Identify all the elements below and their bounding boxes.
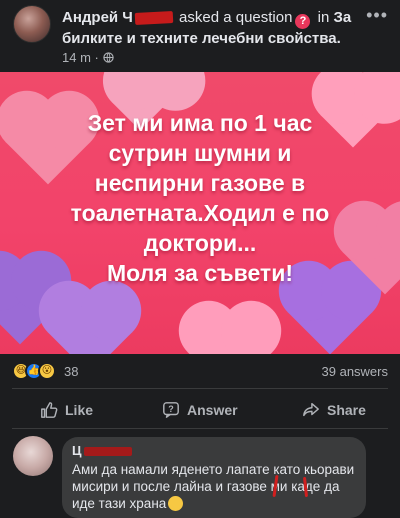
heart-decoration: [47, 289, 133, 354]
share-arrow-icon: [303, 402, 319, 417]
post-meta: 14 m ·: [62, 50, 114, 65]
post-header-text: Андрей Ч asked a question? in За билките…: [62, 8, 362, 48]
question-line: Зет ми има по 1 час: [87, 110, 313, 136]
author-avatar[interactable]: [13, 5, 51, 43]
commenter-name[interactable]: Ц: [72, 443, 356, 459]
action-bar: Like ? Answer Share: [0, 395, 400, 425]
reactions-count: 38: [64, 364, 79, 379]
share-label: Share: [327, 402, 366, 418]
answer-icon: ?: [163, 402, 179, 418]
share-button[interactable]: Share: [302, 395, 366, 425]
question-line: тоалетната.Ходил е по: [70, 200, 330, 226]
divider: [12, 388, 388, 389]
question-icon: ?: [295, 14, 311, 29]
comment-bubble: Ц Ами да намали яденето лапате като кьор…: [62, 437, 366, 518]
question-line: неспирни газове в: [94, 170, 306, 196]
question-line: доктори...: [143, 230, 257, 256]
like-button[interactable]: Like: [40, 395, 93, 425]
answers-count[interactable]: 39 answers: [322, 364, 388, 379]
redaction-mark: [134, 11, 174, 26]
heart-decoration: [187, 309, 273, 354]
question-line: Моля за съвети!: [106, 260, 293, 286]
post-header: Андрей Ч asked a question? in За билките…: [0, 0, 400, 68]
answer-button[interactable]: ? Answer: [162, 395, 238, 425]
question-text: Зет ми има по 1 час сутрин шумни и неспи…: [0, 108, 400, 288]
author-name[interactable]: Андрей Ч: [62, 9, 175, 26]
in-word: in: [317, 9, 330, 26]
question-banner[interactable]: Зет ми има по 1 час сутрин шумни и неспи…: [0, 72, 400, 354]
globe-icon: [102, 52, 114, 63]
more-options-icon[interactable]: •••: [366, 5, 388, 26]
like-label: Like: [65, 402, 94, 418]
answer-label: Answer: [187, 402, 238, 418]
commenter-avatar[interactable]: [13, 436, 53, 476]
svg-text:?: ?: [168, 404, 174, 414]
post-stats: 😆 👍 😮 38 39 answers: [12, 362, 388, 382]
divider: [12, 428, 388, 429]
redaction-mark: [83, 447, 132, 457]
thumbs-up-icon: [41, 402, 58, 418]
thinking-face-icon: [168, 496, 184, 511]
action-text: asked a question: [179, 9, 293, 26]
separator-dot: ·: [94, 50, 99, 65]
comment-text: Ами да намали яденето лапате като кьорав…: [72, 462, 355, 511]
post-time[interactable]: 14 m: [62, 50, 91, 65]
question-line: сутрин шумни и: [108, 140, 292, 166]
wow-reaction-icon: 😮: [38, 362, 56, 380]
